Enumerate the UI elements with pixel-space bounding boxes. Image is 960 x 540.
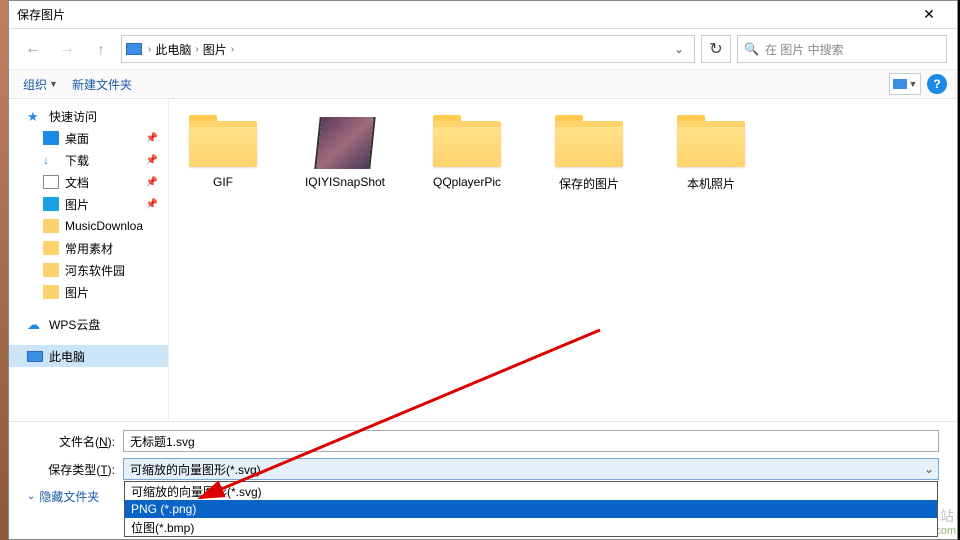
search-input[interactable]: 🔍 在 图片 中搜索 — [737, 35, 947, 63]
folder-icon — [309, 113, 381, 169]
folder-icon — [187, 113, 259, 169]
folder-label: 保存的图片 — [545, 175, 633, 192]
filetype-option-svg[interactable]: 可缩放的向量图形(*.svg) — [125, 482, 937, 500]
bottom-panel: 文件名(N): 保存类型(T): 可缩放的向量图形(*.svg) ⌄ 可缩放的向… — [9, 421, 957, 513]
new-folder-button[interactable]: 新建文件夹 — [68, 74, 136, 95]
sidebar-item-pics2[interactable]: 图片 — [9, 281, 168, 303]
chevron-right-icon: › — [231, 44, 234, 55]
chevron-down-icon: ⌄ — [27, 491, 35, 502]
save-dialog: 保存图片 ✕ ← → ↑ › 此电脑 › 图片 › ⌄ ↻ 🔍 在 图片 中搜索… — [8, 0, 958, 540]
sidebar-item-common[interactable]: 常用素材 — [9, 237, 168, 259]
help-button[interactable]: ? — [927, 74, 947, 94]
sidebar-item-desktop[interactable]: 桌面📌 — [9, 127, 168, 149]
sidebar-item-music[interactable]: MusicDownloa — [9, 215, 168, 237]
download-icon — [43, 153, 59, 167]
folder-label: IQIYISnapShot — [301, 175, 389, 189]
back-button[interactable]: ← — [19, 35, 47, 63]
filename-label: 文件名(N): — [27, 433, 123, 450]
up-button[interactable]: ↑ — [87, 35, 115, 63]
search-icon: 🔍 — [744, 42, 759, 56]
filetype-select[interactable]: 可缩放的向量图形(*.svg) ⌄ 可缩放的向量图形(*.svg) PNG (*… — [123, 458, 939, 480]
folder-icon — [431, 113, 503, 169]
crumb-folder[interactable]: 图片 — [203, 41, 227, 58]
filetype-label: 保存类型(T): — [27, 461, 123, 478]
chevron-right-icon: › — [195, 44, 198, 55]
sidebar-item-documents[interactable]: 文档📌 — [9, 171, 168, 193]
sidebar-item-pictures[interactable]: 图片📌 — [9, 193, 168, 215]
folder-label: QQplayerPic — [423, 175, 511, 189]
organize-menu[interactable]: 组织▼ — [19, 74, 62, 95]
pin-icon: 📌 — [146, 133, 158, 144]
filename-input[interactable] — [123, 430, 939, 452]
folder-item[interactable]: QQplayerPic — [423, 113, 511, 189]
sidebar: 快速访问 桌面📌 下载📌 文档📌 图片📌 MusicDownloa 常用素材 河… — [9, 99, 169, 421]
folder-icon — [43, 219, 59, 233]
cloud-icon — [27, 317, 43, 331]
sidebar-item-thispc[interactable]: 此电脑 — [9, 345, 168, 367]
sidebar-item-quick-access[interactable]: 快速访问 — [9, 105, 168, 127]
folder-icon — [43, 285, 59, 299]
breadcrumb[interactable]: › 此电脑 › 图片 › ⌄ — [121, 35, 695, 63]
folder-icon — [675, 113, 747, 169]
chevron-right-icon: › — [148, 44, 151, 55]
titlebar: 保存图片 ✕ — [9, 1, 957, 29]
sidebar-item-wps[interactable]: WPS云盘 — [9, 313, 168, 335]
pc-icon — [126, 43, 142, 55]
crumb-root[interactable]: 此电脑 — [155, 41, 191, 58]
chevron-down-icon: ⌄ — [924, 462, 934, 476]
folder-icon — [553, 113, 625, 169]
picture-icon — [43, 197, 59, 211]
sidebar-item-hedong[interactable]: 河东软件园 — [9, 259, 168, 281]
folder-icon — [43, 263, 59, 277]
toolbar: 组织▼ 新建文件夹 ▼ ? — [9, 69, 957, 99]
filetype-option-png[interactable]: PNG (*.png) — [125, 500, 937, 518]
refresh-button[interactable]: ↻ — [701, 35, 731, 63]
forward-button[interactable]: → — [53, 35, 81, 63]
folder-label: 本机照片 — [667, 175, 755, 192]
search-placeholder: 在 图片 中搜索 — [765, 41, 844, 58]
pin-icon: 📌 — [146, 199, 158, 210]
star-icon — [27, 109, 43, 123]
filetype-dropdown[interactable]: 可缩放的向量图形(*.svg) PNG (*.png) 位图(*.bmp) — [124, 481, 938, 537]
desktop-icon — [43, 131, 59, 145]
chevron-down-icon[interactable]: ⌄ — [668, 42, 690, 56]
folder-item[interactable]: 本机照片 — [667, 113, 755, 192]
folder-icon — [43, 241, 59, 255]
folder-item[interactable]: IQIYISnapShot — [301, 113, 389, 189]
document-icon — [43, 175, 59, 189]
folder-view[interactable]: GIF IQIYISnapShot QQplayerPic 保存的图片 本机照片 — [169, 99, 957, 421]
pin-icon: 📌 — [146, 177, 158, 188]
filetype-option-bmp[interactable]: 位图(*.bmp) — [125, 518, 937, 536]
pc-icon — [27, 351, 43, 362]
close-icon[interactable]: ✕ — [909, 6, 949, 23]
folder-item[interactable]: 保存的图片 — [545, 113, 633, 192]
folder-label: GIF — [179, 175, 267, 189]
pin-icon: 📌 — [146, 155, 158, 166]
folder-item[interactable]: GIF — [179, 113, 267, 189]
address-row: ← → ↑ › 此电脑 › 图片 › ⌄ ↻ 🔍 在 图片 中搜索 — [9, 29, 957, 69]
view-menu[interactable]: ▼ — [889, 73, 921, 95]
window-title: 保存图片 — [17, 6, 909, 23]
sidebar-item-downloads[interactable]: 下载📌 — [9, 149, 168, 171]
